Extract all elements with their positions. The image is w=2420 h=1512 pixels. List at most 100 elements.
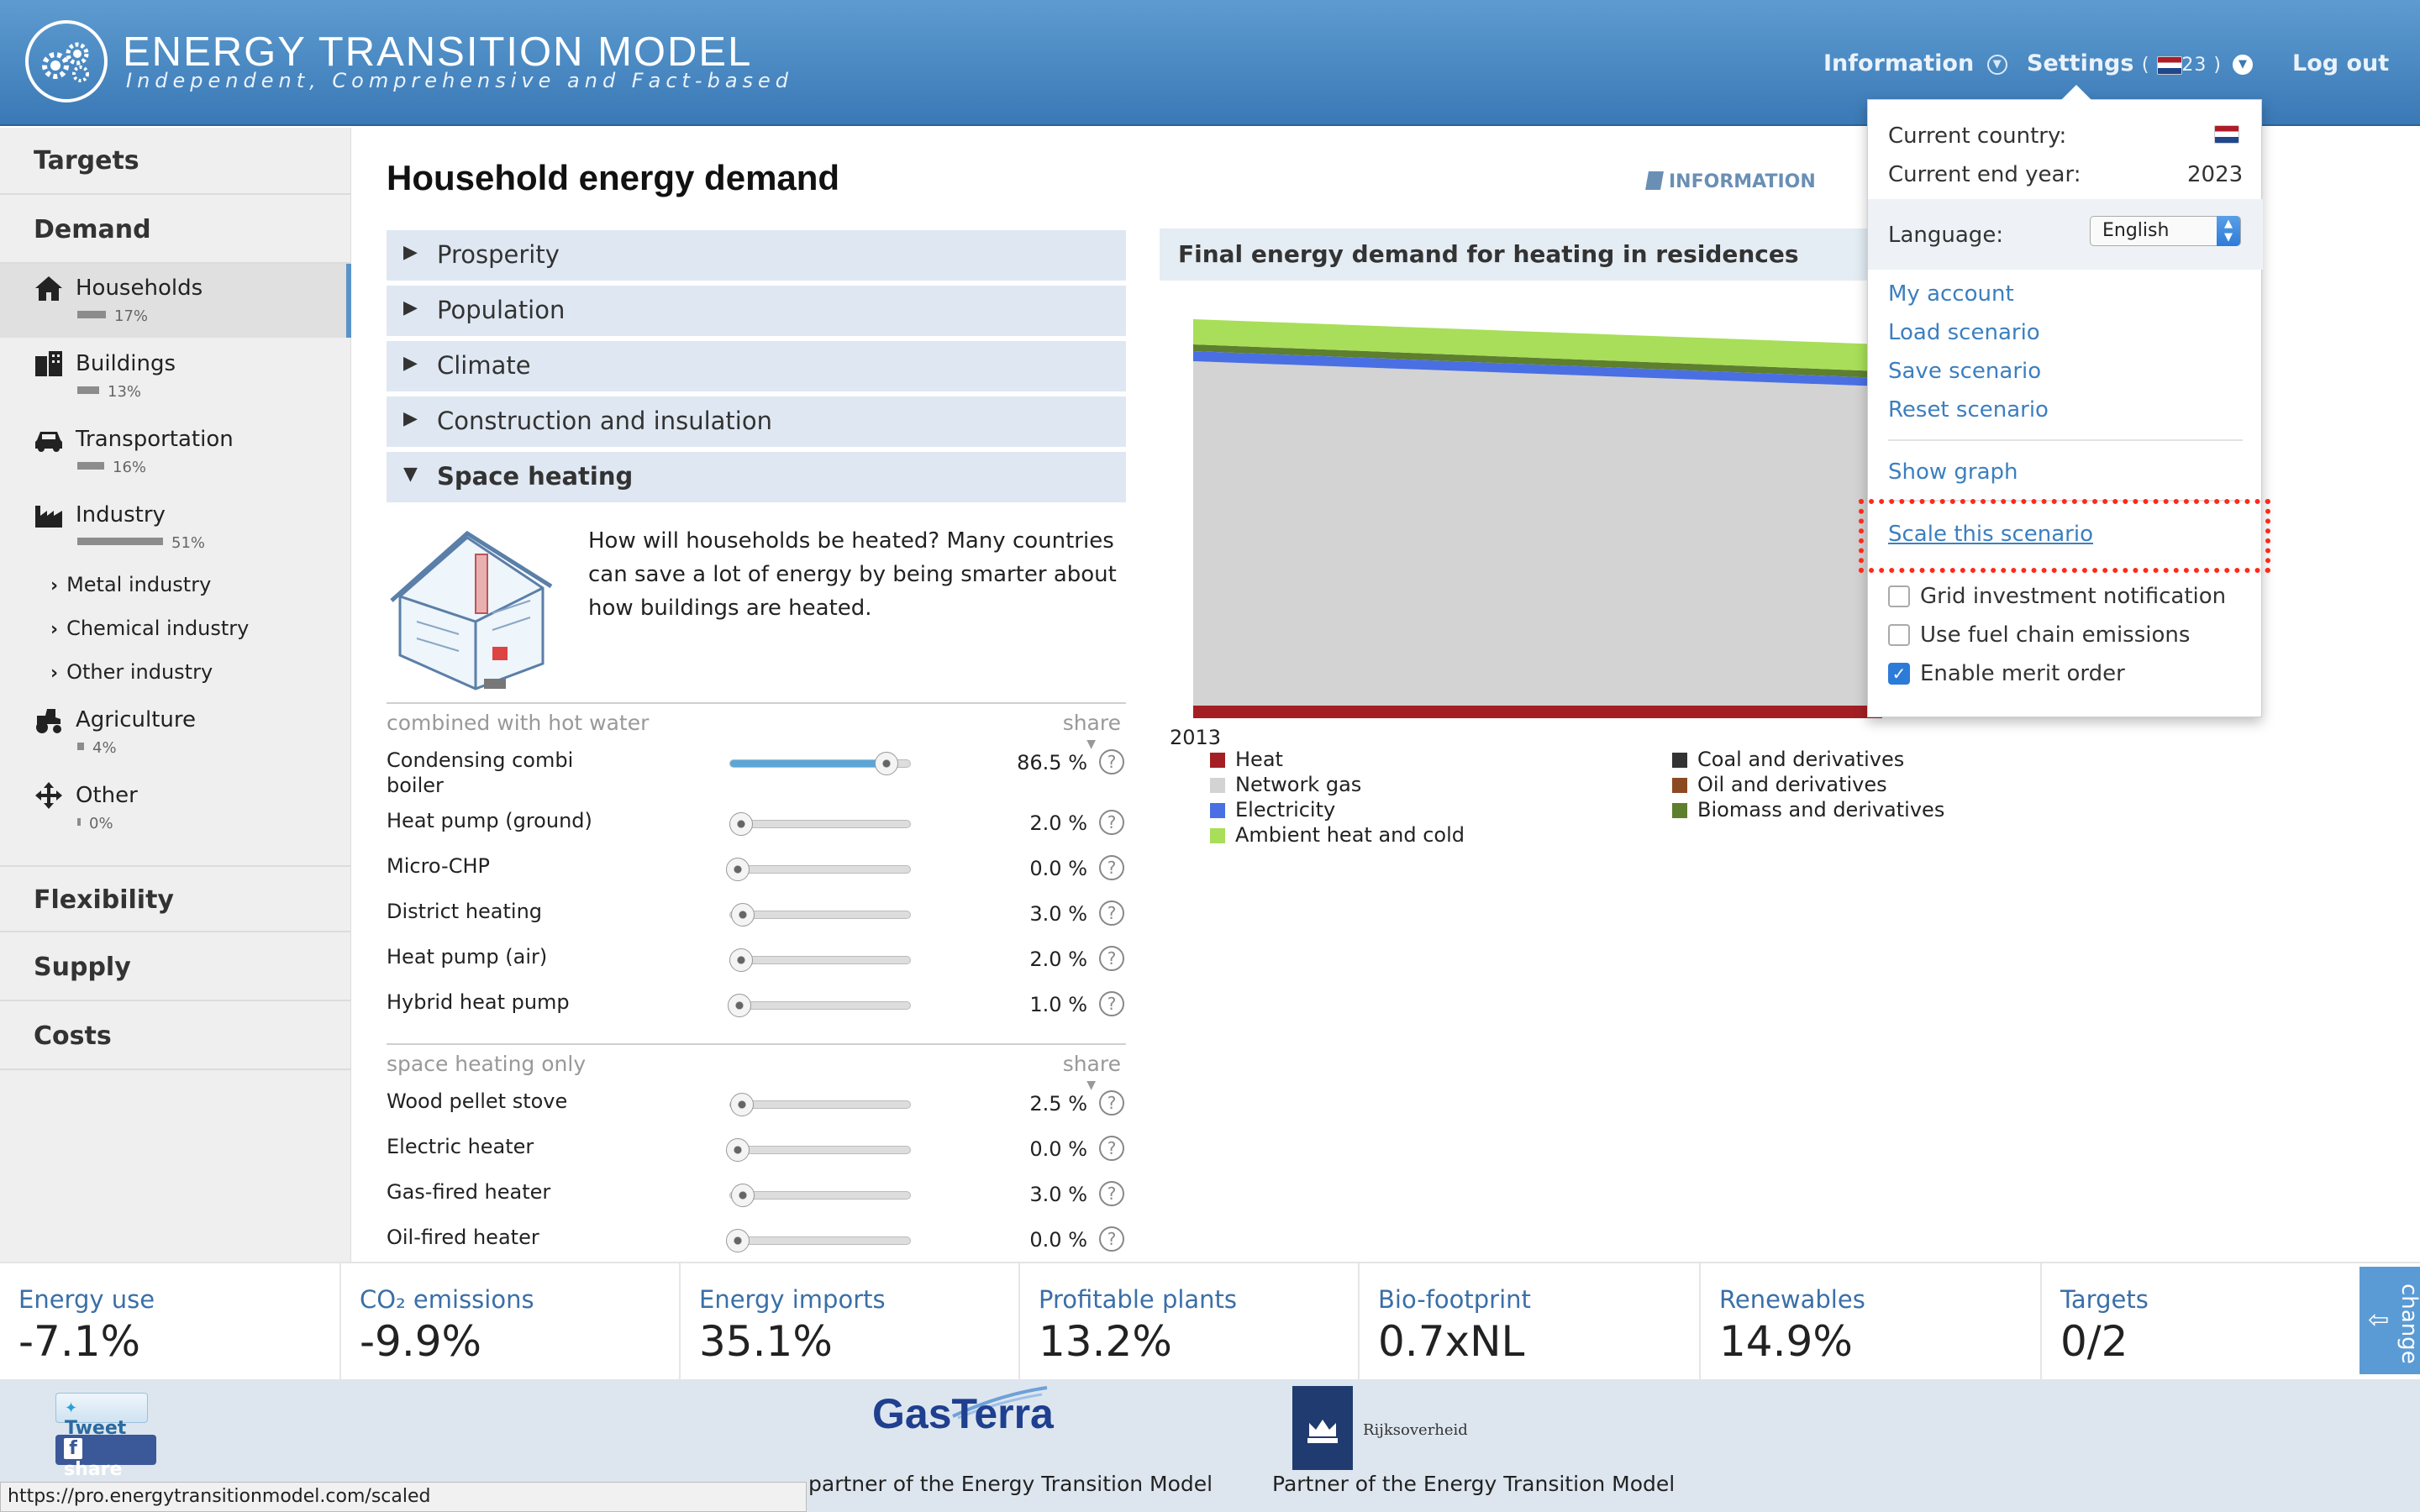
legend-item-heat[interactable]: Heat [1210, 748, 1283, 771]
share-column-label[interactable]: share [1063, 711, 1121, 735]
kpi-bio-footprint[interactable]: Bio-footprint 0.7xNL [1360, 1263, 1701, 1381]
load-scenario-link[interactable]: Load scenario [1888, 320, 2040, 345]
slider-handle[interactable] [729, 1093, 754, 1116]
help-icon[interactable]: ? [1099, 1090, 1124, 1116]
slider-track[interactable] [729, 1093, 911, 1116]
rijksoverheid-emblem[interactable] [1292, 1386, 1353, 1470]
sidebar-section-targets[interactable]: Targets [0, 128, 351, 195]
slider-condensing-combi-boiler[interactable]: Condensing combi boiler 86.5 % ? [387, 748, 1126, 801]
help-icon[interactable]: ? [1099, 1181, 1124, 1206]
merit-order-checkbox[interactable]: ✓ [1888, 663, 1910, 685]
sidebar-section-demand[interactable]: Demand [0, 197, 351, 264]
chevron-right-icon: › [50, 619, 59, 640]
help-icon[interactable]: ? [1099, 855, 1124, 880]
nav-information[interactable]: Information ▼ [1823, 50, 2007, 76]
language-select[interactable]: English ▲ ▼ [2090, 216, 2241, 246]
kpi-profitable-plants[interactable]: Profitable plants 13.2% [1020, 1263, 1360, 1381]
legend-item-network-gas[interactable]: Network gas [1210, 773, 1361, 796]
slider-handle[interactable] [875, 752, 899, 775]
my-account-link[interactable]: My account [1888, 281, 2014, 307]
slider-handle[interactable] [729, 948, 753, 972]
nav-settings[interactable]: Settings ( 2023 ) ▼ [2027, 50, 2253, 76]
slider-hybrid-heat-pump[interactable]: Hybrid heat pump 1.0 % ? [387, 990, 1126, 1033]
tweet-button[interactable]: ✦ Tweet [55, 1393, 148, 1439]
slider-handle[interactable] [729, 812, 753, 836]
slider-wood-pellet-stove[interactable]: Wood pellet stove 2.5 % ? [387, 1089, 1126, 1132]
slider-track[interactable] [727, 994, 911, 1017]
slider-track[interactable] [729, 752, 911, 775]
slider-track[interactable] [729, 812, 911, 836]
slider-gas-fired-heater[interactable]: Gas-fired heater 3.0 % ? [387, 1179, 1126, 1223]
kpi-co2-emissions[interactable]: CO₂ emissions -9.9% [341, 1263, 681, 1381]
slider-track[interactable] [729, 1184, 911, 1207]
grid-investment-checkbox[interactable] [1888, 585, 1910, 607]
slider-handle[interactable] [725, 858, 750, 881]
series-area-network-gas[interactable] [1193, 361, 1882, 710]
gasterra-logo[interactable]: GasTerra [872, 1389, 1054, 1438]
show-graph-link[interactable]: Show graph [1888, 459, 2018, 485]
help-icon[interactable]: ? [1099, 1226, 1124, 1252]
kpi-energy-use[interactable]: Energy use -7.1% [0, 1263, 341, 1381]
sidebar-item-transportation[interactable]: Transportation 16% [0, 415, 351, 489]
slider-heat-pump-air[interactable]: Heat pump (air) 2.0 % ? [387, 944, 1126, 988]
slider-handle[interactable] [725, 1229, 750, 1252]
help-icon[interactable]: ? [1099, 810, 1124, 835]
information-link[interactable]: INFORMATION [1645, 171, 1816, 192]
sidebar-subitem-metal-industry[interactable]: › Metal industry [50, 573, 211, 596]
save-scenario-link[interactable]: Save scenario [1888, 359, 2041, 384]
accordion-climate[interactable]: ▶ Climate [387, 341, 1126, 391]
legend-item-biomass[interactable]: Biomass and derivatives [1672, 798, 1944, 822]
kpi-energy-imports[interactable]: Energy imports 35.1% [681, 1263, 1020, 1381]
sidebar-item-agriculture[interactable]: Agriculture 4% [0, 696, 351, 769]
legend-item-oil[interactable]: Oil and derivatives [1672, 773, 1887, 796]
legend-item-ambient-heat[interactable]: Ambient heat and cold [1210, 823, 1465, 847]
share-percent: 0% [89, 815, 113, 832]
slider-handle[interactable] [725, 1138, 750, 1162]
sidebar-item-industry[interactable]: Industry 51% [0, 491, 351, 564]
fuel-chain-emissions-checkbox[interactable] [1888, 624, 1910, 646]
sidebar-item-buildings[interactable]: Buildings 13% [0, 339, 351, 413]
share-column-label[interactable]: share [1063, 1052, 1121, 1076]
help-icon[interactable]: ? [1099, 946, 1124, 971]
subitem-label: Other industry [66, 660, 213, 684]
help-icon[interactable]: ? [1099, 749, 1124, 774]
sidebar-section-flexibility[interactable]: Flexibility [0, 865, 351, 932]
slider-track[interactable] [725, 1229, 911, 1252]
logout-link[interactable]: Log out [2292, 50, 2389, 76]
sidebar-section-supply[interactable]: Supply [0, 934, 351, 1001]
reset-scenario-link[interactable]: Reset scenario [1888, 397, 2049, 423]
sidebar-subitem-chemical-industry[interactable]: › Chemical industry [50, 617, 249, 640]
area-chart[interactable]: 2013 2023 [1160, 294, 1899, 764]
accordion-population[interactable]: ▶ Population [387, 286, 1126, 336]
change-dashboard-tab[interactable]: ⇦ change [2360, 1267, 2420, 1374]
sidebar-section-costs[interactable]: Costs [0, 1003, 351, 1070]
sidebar-item-households[interactable]: Households 17% [0, 264, 351, 338]
kpi-targets[interactable]: Targets 0/2 [2042, 1263, 2360, 1381]
slider-track[interactable] [725, 1138, 911, 1162]
facebook-share-button[interactable]: f share [55, 1435, 156, 1480]
slider-handle[interactable] [727, 994, 751, 1017]
slider-track[interactable] [725, 858, 911, 881]
accordion-prosperity[interactable]: ▶ Prosperity [387, 230, 1126, 281]
checkbox-label: Grid investment notification [1920, 584, 2227, 609]
legend-item-coal[interactable]: Coal and derivatives [1672, 748, 1904, 771]
sidebar-item-other[interactable]: Other 0% [0, 771, 351, 845]
accordion-construction-insulation[interactable]: ▶ Construction and insulation [387, 396, 1126, 447]
slider-electric-heater[interactable]: Electric heater 0.0 % ? [387, 1134, 1126, 1178]
slider-track[interactable] [729, 903, 911, 927]
help-icon[interactable]: ? [1099, 991, 1124, 1016]
sidebar-subitem-other-industry[interactable]: › Other industry [50, 660, 213, 684]
accordion-space-heating[interactable]: ▼ Space heating [387, 452, 1126, 502]
slider-handle[interactable] [730, 903, 755, 927]
help-icon[interactable]: ? [1099, 900, 1124, 926]
slider-district-heating[interactable]: District heating 3.0 % ? [387, 899, 1126, 942]
slider-micro-chp[interactable]: Micro-CHP 0.0 % ? [387, 853, 1126, 897]
slider-track[interactable] [729, 948, 911, 972]
help-icon[interactable]: ? [1099, 1136, 1124, 1161]
slider-heat-pump-ground[interactable]: Heat pump (ground) 2.0 % ? [387, 808, 1126, 852]
series-area-heat[interactable] [1193, 706, 1882, 718]
etm-logo[interactable] [25, 20, 108, 102]
legend-item-electricity[interactable]: Electricity [1210, 798, 1335, 822]
kpi-renewables[interactable]: Renewables 14.9% [1701, 1263, 2042, 1381]
slider-handle[interactable] [730, 1184, 755, 1207]
